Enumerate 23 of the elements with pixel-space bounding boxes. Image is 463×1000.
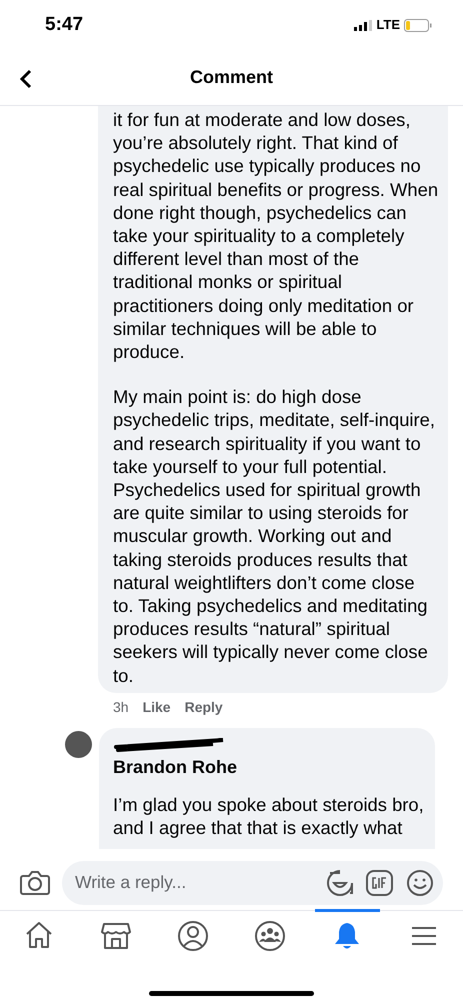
- comment-time: 3h: [113, 698, 129, 717]
- person-icon[interactable]: [176, 920, 209, 952]
- camera-icon[interactable]: [20, 870, 50, 896]
- battery-icon: [404, 18, 432, 32]
- reply-text: I’m glad you spoke about steroids bro, and I agree that that is exactly what: [113, 792, 425, 840]
- selected-tab-indicator: [314, 909, 380, 912]
- comment-paragraph: My main point is: do high dose psychedelic trips, meditate, self-inquire, and research spirituality if you want to take yourself to your full potential. Psychedelics used for spiritual growth are quite similar to using steroids for muscular growth. Working out and taking steroids produces results that natural weightlifters don’t come close to. Taking psychedelics and meditating produces results “natural” spiritual seekers will typically never come close to.: [113, 385, 436, 687]
- signal-icon: [354, 20, 372, 30]
- shop-icon[interactable]: [100, 920, 132, 952]
- back-icon[interactable]: [19, 69, 32, 89]
- gif-icon[interactable]: [366, 870, 393, 896]
- network-label: LTE: [376, 16, 400, 34]
- avatar[interactable]: [65, 730, 92, 758]
- people-icon[interactable]: [254, 920, 286, 952]
- emoji-icon[interactable]: [407, 870, 433, 896]
- page-title: Comment: [190, 66, 273, 89]
- like-link[interactable]: Like: [142, 696, 171, 718]
- status-time: 5:47: [45, 12, 84, 37]
- reply-link[interactable]: Reply: [184, 696, 223, 718]
- tagged-name[interactable]: Brandon Rohe: [113, 754, 237, 781]
- reply-field[interactable]: Write a reply...: [62, 860, 443, 904]
- comment-paragraph: it for fun at moderate and low doses, you’re absolutely right. That kind of psychedelic use typically produces no real spiritual benefits or progress. When done right though, psychedelics can take your spirituality to a completely different level than most of the traditional monks or spiritual practitioners doing only meditation or similar techniques will be able to produce.: [113, 108, 439, 364]
- sticker-icon[interactable]: [326, 868, 354, 896]
